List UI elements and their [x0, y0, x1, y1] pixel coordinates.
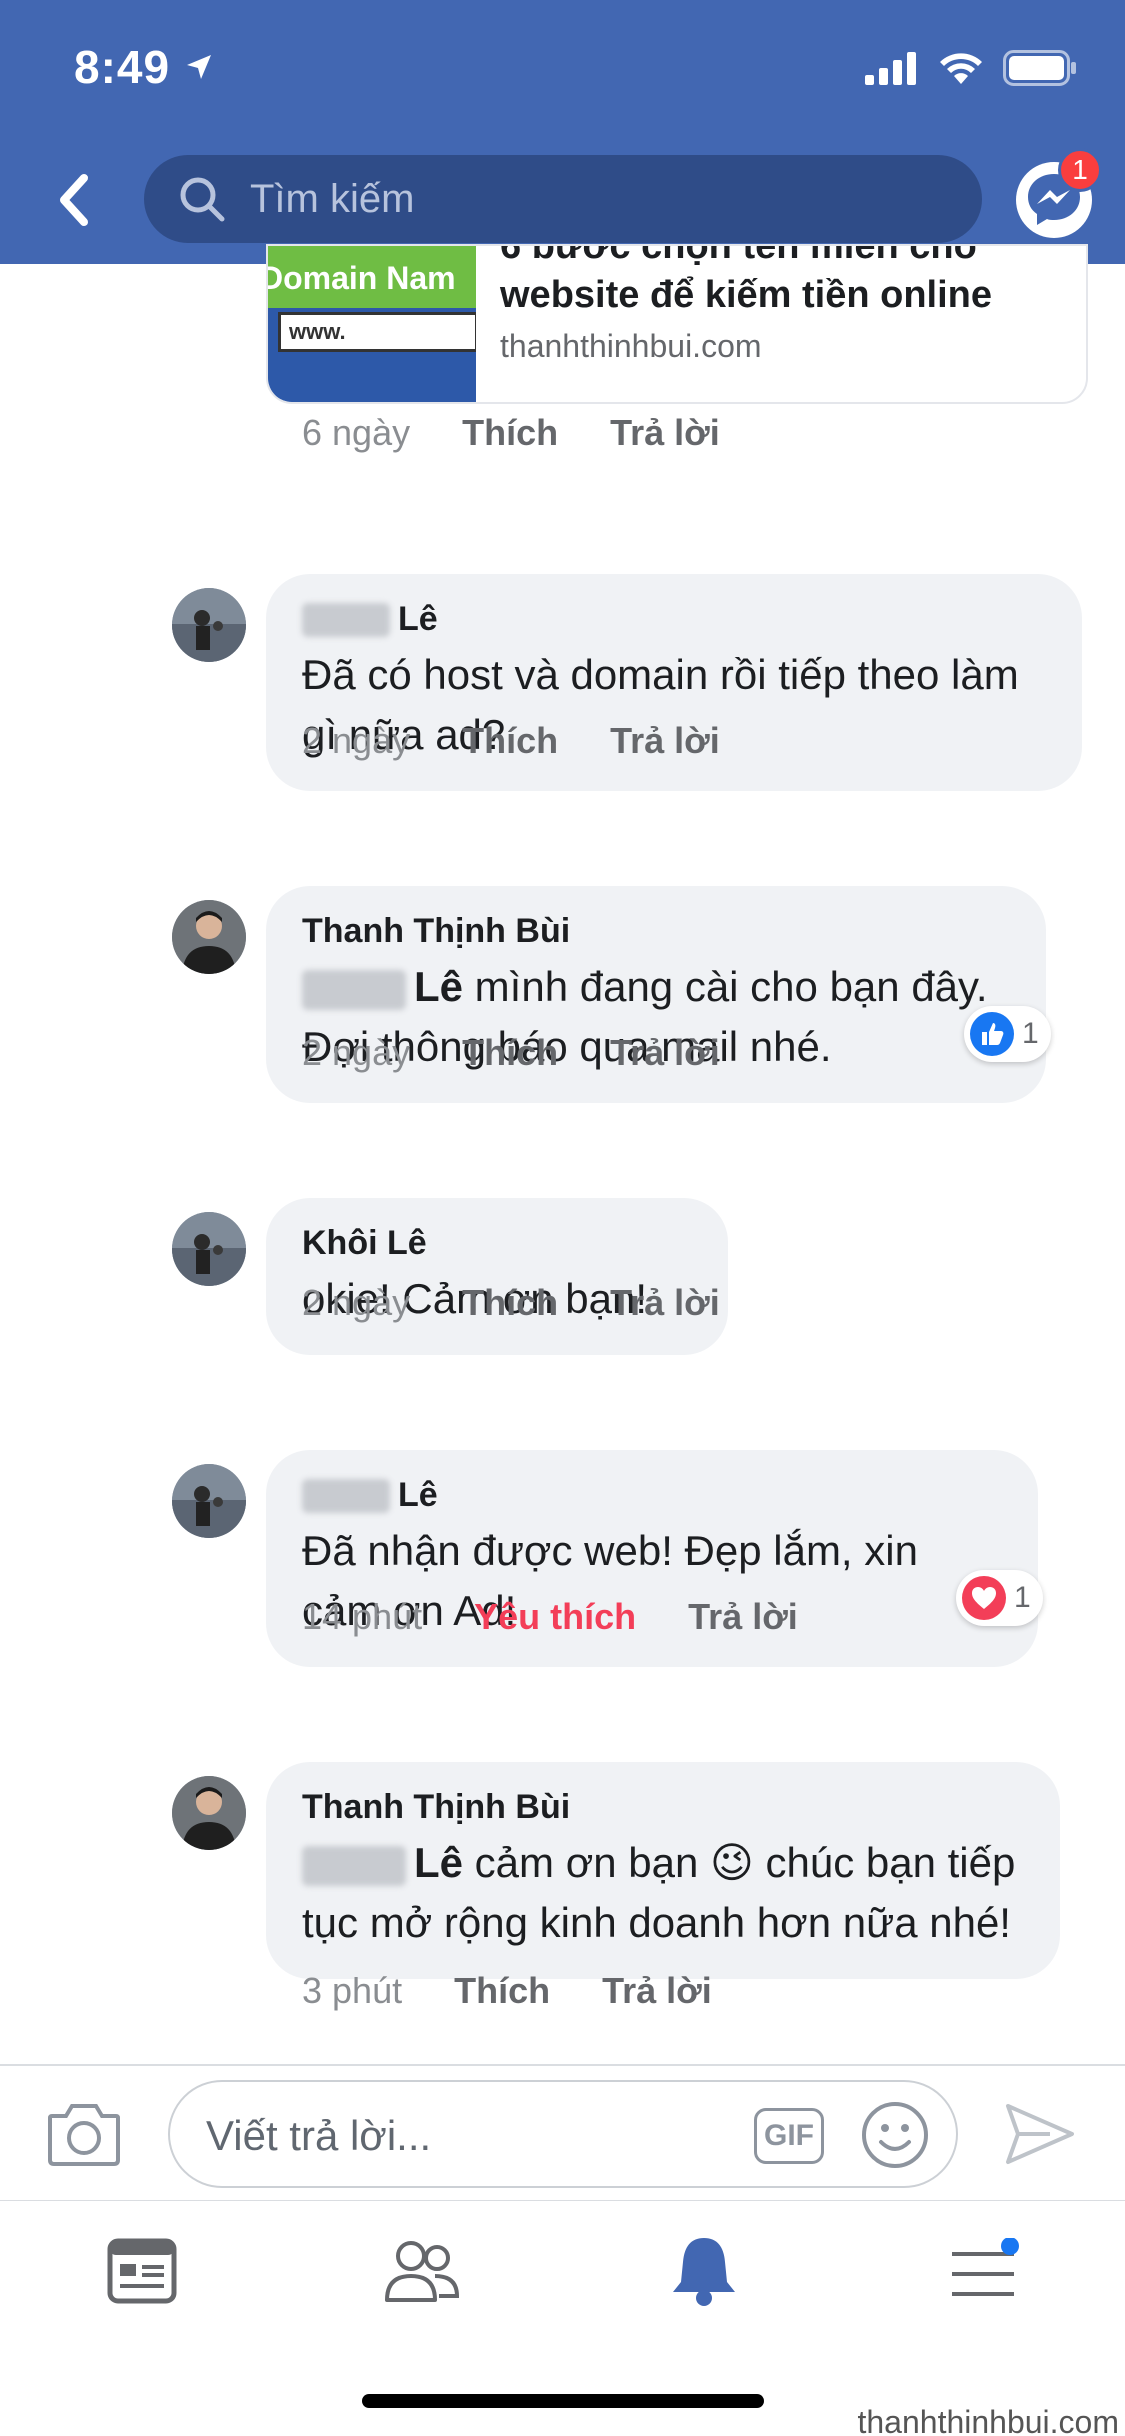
link-title-cut: 6 bước chọn tên miền cho — [500, 244, 977, 267]
mention[interactable]: Lê — [414, 1839, 463, 1886]
wifi-icon — [937, 50, 985, 91]
comments-thread: Domain Nam www. 6 bước chọn tên miền cho… — [0, 244, 1125, 2064]
signal-icon — [865, 51, 919, 90]
friends-icon — [385, 2241, 460, 2302]
comment-bubble[interactable]: Thanh Thịnh Bùi Lê cảm ơn bạn 😉 chúc bạn… — [266, 1762, 1060, 1979]
status-time: 8:49 — [74, 41, 171, 93]
mention[interactable]: Lê — [414, 963, 463, 1010]
avatar[interactable] — [172, 1212, 246, 1286]
camera-icon — [48, 2104, 120, 2166]
comment-author[interactable]: Lê — [302, 1476, 1002, 1515]
avatar[interactable] — [172, 588, 246, 662]
comment-author[interactable]: Thanh Thịnh Bùi — [302, 1788, 1024, 1827]
comment-actions: 2 ngày Thích Trả lời — [302, 720, 720, 762]
emoji-button[interactable] — [860, 2100, 930, 2170]
news-feed-icon — [107, 2238, 177, 2304]
tab-news-feed[interactable] — [102, 2231, 182, 2311]
link-title: website để kiếm tiền online — [500, 274, 993, 316]
link-actions: 6 ngày Thích Trả lời — [302, 412, 720, 454]
nav-row: 1 — [0, 148, 1125, 250]
reaction-summary[interactable]: 1 — [956, 1570, 1043, 1626]
comment-time: 14 phút — [302, 1596, 423, 1637]
reply-input-wrapper[interactable]: GIF — [168, 2080, 958, 2188]
comment-time: 2 ngày — [302, 1282, 411, 1323]
send-button[interactable] — [1004, 2098, 1076, 2170]
reply-button[interactable]: Trả lời — [610, 412, 720, 454]
reply-bar: GIF — [0, 2064, 1125, 2200]
back-button[interactable] — [44, 170, 104, 230]
link-text: 6 bước chọn tên miền cho website để kiếm… — [500, 246, 1080, 365]
send-icon — [1006, 2104, 1074, 2164]
thumbnail-text: Domain Nam — [268, 246, 476, 308]
comment-bubble[interactable]: Khôi Lê okie! Cảm ơn bạn! — [266, 1198, 728, 1355]
battery-icon — [1003, 50, 1077, 91]
smiley-icon — [862, 2102, 928, 2168]
status-icons — [865, 50, 1077, 91]
search-icon — [176, 173, 228, 225]
like-button[interactable]: Thích — [462, 412, 558, 454]
like-reaction-icon — [970, 1012, 1014, 1056]
comment-time: 6 ngày — [302, 412, 411, 453]
comment-text: Lê cảm ơn bạn 😉 chúc bạn tiếp tục mở rộn… — [302, 1839, 1016, 1946]
thumbnail-www: www. — [278, 312, 476, 352]
avatar[interactable] — [172, 900, 246, 974]
blurred-name — [302, 602, 390, 637]
tab-notifications[interactable] — [664, 2231, 744, 2311]
comment-time: 2 ngày — [302, 720, 411, 761]
comment-actions: 2 ngày Thích Trả lời — [302, 1282, 720, 1324]
like-button[interactable]: Thích — [462, 1032, 558, 1074]
reaction-count: 1 — [1022, 1017, 1039, 1050]
header: 8:49 Tìm kiếm 1 — [0, 0, 1125, 264]
menu-icon — [952, 2238, 1019, 2296]
avatar[interactable] — [172, 1464, 246, 1538]
blurred-name — [302, 1845, 406, 1886]
comment-author[interactable]: Thanh Thịnh Bùi — [302, 912, 1010, 951]
camera-button[interactable] — [46, 2098, 122, 2170]
gif-button[interactable]: GIF — [754, 2108, 824, 2164]
search-bar[interactable] — [144, 155, 982, 243]
notification-badge: 1 — [1058, 148, 1102, 192]
reaction-summary[interactable]: 1 — [964, 1006, 1051, 1062]
love-reaction-icon — [962, 1576, 1006, 1620]
comment-time: 2 ngày — [302, 1032, 411, 1073]
reply-button[interactable]: Trả lời — [688, 1596, 798, 1638]
reaction-count: 1 — [1014, 1581, 1031, 1614]
status-bar: 8:49 — [0, 0, 1125, 140]
reply-button[interactable]: Trả lời — [610, 1282, 720, 1324]
comment-actions: 2 ngày Thích Trả lời — [302, 1032, 720, 1074]
comment-author[interactable]: Khôi Lê — [302, 1224, 692, 1263]
wink-emoji-icon: 😉 — [710, 1839, 754, 1886]
comment-actions: 3 phút Thích Trả lời — [302, 1970, 712, 2012]
watermark: thanhthinhbui.com — [857, 2404, 1119, 2436]
like-button[interactable]: Thích — [462, 1282, 558, 1324]
comment-actions: 14 phút Yêu thích Trả lời — [302, 1596, 798, 1638]
like-button[interactable]: Thích — [454, 1970, 550, 2012]
like-button[interactable]: Thích — [462, 720, 558, 762]
blurred-name — [302, 1478, 390, 1513]
location-arrow-icon — [184, 52, 214, 87]
love-button[interactable]: Yêu thích — [474, 1596, 636, 1638]
comment-author[interactable]: Lê — [302, 600, 1046, 639]
blurred-name — [302, 969, 406, 1010]
reply-button[interactable]: Trả lời — [610, 1032, 720, 1074]
tab-friends[interactable] — [382, 2231, 462, 2311]
link-thumbnail: Domain Nam www. — [268, 246, 476, 402]
notifications-icon — [673, 2238, 735, 2306]
comment-time: 3 phút — [302, 1970, 403, 2011]
home-indicator — [362, 2394, 764, 2408]
tab-menu[interactable] — [944, 2231, 1024, 2311]
chevron-left-icon — [60, 174, 88, 226]
link-preview-card[interactable]: Domain Nam www. 6 bước chọn tên miền cho… — [266, 244, 1088, 404]
reply-button[interactable]: Trả lời — [610, 720, 720, 762]
link-domain: thanhthinhbui.com — [500, 328, 762, 364]
avatar[interactable] — [172, 1776, 246, 1850]
search-input[interactable] — [250, 176, 950, 222]
reply-input[interactable] — [206, 2108, 766, 2164]
reply-button[interactable]: Trả lời — [602, 1970, 712, 2012]
